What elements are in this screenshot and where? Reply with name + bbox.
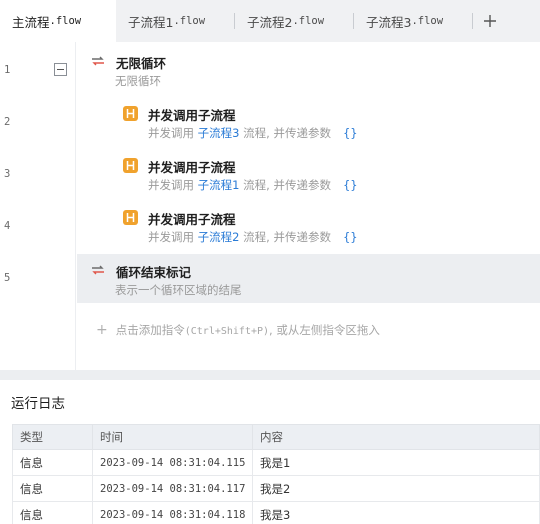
line-number: 3 bbox=[4, 168, 11, 180]
panel-splitter[interactable] bbox=[0, 370, 540, 380]
desc-text: 流程, 并传递参数 bbox=[243, 178, 331, 192]
loop-end-icon bbox=[92, 265, 104, 275]
step-title: 并发调用子流程 bbox=[148, 160, 236, 175]
step-row-subflow[interactable]: 并发调用子流程 并发调用 子流程2 流程, 并传递参数 {} bbox=[77, 204, 540, 254]
column-header: 类型 bbox=[12, 424, 93, 450]
hint-text: , 或从左侧指令区拖入 bbox=[269, 323, 380, 337]
step-row-subflow[interactable]: 并发调用子流程 并发调用 子流程3 流程, 并传递参数 {} bbox=[77, 100, 540, 150]
line-number: 4 bbox=[4, 220, 11, 232]
line-number: 1 bbox=[4, 64, 11, 76]
tab-ext: .flow bbox=[292, 15, 325, 27]
step-description: 并发调用 子流程2 流程, 并传递参数 {} bbox=[148, 229, 358, 245]
table-row: 信息 2023-09-14 08:31:04.118 我是3 bbox=[12, 501, 540, 524]
tab-label: 子流程1 bbox=[128, 14, 174, 30]
log-time: 2023-09-14 08:31:04.115 bbox=[92, 449, 253, 476]
tab-subflow-1[interactable]: 子流程1 .flow bbox=[116, 0, 234, 42]
log-type: 信息 bbox=[12, 475, 93, 502]
line-number: 2 bbox=[4, 116, 11, 128]
tab-subflow-2[interactable]: 子流程2 .flow bbox=[235, 0, 353, 42]
tab-ext: .flow bbox=[173, 15, 206, 27]
line-gutter: 1 2 3 4 5 bbox=[0, 42, 76, 370]
step-title: 循环结束标记 bbox=[116, 265, 192, 280]
log-table: 类型 时间 内容 信息 2023-09-14 08:31:04.115 我是1 … bbox=[12, 424, 540, 524]
collapse-toggle[interactable] bbox=[54, 63, 67, 76]
tab-label: 主流程 bbox=[12, 14, 50, 30]
subflow-icon bbox=[123, 106, 138, 121]
step-title: 并发调用子流程 bbox=[148, 212, 236, 227]
step-description: 表示一个循环区域的结尾 bbox=[115, 283, 242, 297]
subflow-icon bbox=[123, 158, 138, 173]
line-number: 5 bbox=[4, 272, 11, 284]
desc-text: 并发调用 bbox=[148, 126, 194, 140]
log-content: 我是1 bbox=[252, 449, 540, 476]
step-description: 并发调用 子流程3 流程, 并传递参数 {} bbox=[148, 125, 358, 141]
step-title: 并发调用子流程 bbox=[148, 108, 236, 123]
desc-text: 并发调用 bbox=[148, 178, 194, 192]
subflow-icon bbox=[123, 210, 138, 225]
tab-bar: 主流程 .flow 子流程1 .flow 子流程2 .flow 子流程3 .flow bbox=[0, 0, 540, 42]
subflow-link[interactable]: 子流程3 bbox=[198, 126, 240, 140]
plus-icon: + bbox=[96, 322, 108, 338]
subflow-link[interactable]: 子流程2 bbox=[198, 230, 240, 244]
tab-main-flow[interactable]: 主流程 .flow bbox=[0, 0, 116, 42]
log-content: 我是3 bbox=[252, 501, 540, 524]
table-row: 信息 2023-09-14 08:31:04.115 我是1 bbox=[12, 449, 540, 476]
flow-editor: 1 2 3 4 5 无限循环 无限循环 并发调用子流程 并发调用 子流程3 流程… bbox=[0, 42, 540, 370]
desc-text: 并发调用 bbox=[148, 230, 194, 244]
tab-label: 子流程3 bbox=[366, 14, 412, 30]
log-time: 2023-09-14 08:31:04.117 bbox=[92, 475, 253, 502]
add-tab-button[interactable] bbox=[473, 0, 507, 42]
table-header-row: 类型 时间 内容 bbox=[12, 424, 540, 450]
add-instruction-hint[interactable]: + 点击添加指令(Ctrl+Shift+P), 或从左侧指令区拖入 bbox=[96, 322, 380, 338]
log-title: 运行日志 bbox=[11, 396, 65, 412]
tab-ext: .flow bbox=[49, 15, 82, 27]
step-row-loop-end[interactable]: 循环结束标记 表示一个循环区域的结尾 bbox=[77, 254, 540, 303]
step-description: 并发调用 子流程1 流程, 并传递参数 {} bbox=[148, 177, 358, 193]
step-row-loop[interactable]: 无限循环 无限循环 bbox=[77, 48, 540, 98]
step-row-subflow[interactable]: 并发调用子流程 并发调用 子流程1 流程, 并传递参数 {} bbox=[77, 152, 540, 202]
loop-icon bbox=[92, 56, 104, 66]
params-link[interactable]: {} bbox=[343, 230, 358, 244]
tab-label: 子流程2 bbox=[247, 14, 293, 30]
tab-ext: .flow bbox=[411, 15, 444, 27]
log-content: 我是2 bbox=[252, 475, 540, 502]
log-type: 信息 bbox=[12, 501, 93, 524]
desc-text: 流程, 并传递参数 bbox=[243, 126, 331, 140]
step-description: 无限循环 bbox=[115, 74, 161, 88]
tab-subflow-3[interactable]: 子流程3 .flow bbox=[354, 0, 472, 42]
step-title: 无限循环 bbox=[116, 56, 167, 71]
subflow-link[interactable]: 子流程1 bbox=[198, 178, 240, 192]
table-row: 信息 2023-09-14 08:31:04.117 我是2 bbox=[12, 475, 540, 502]
column-header: 内容 bbox=[252, 424, 540, 450]
plus-icon bbox=[484, 15, 496, 27]
log-type: 信息 bbox=[12, 449, 93, 476]
desc-text: 流程, 并传递参数 bbox=[243, 230, 331, 244]
log-time: 2023-09-14 08:31:04.118 bbox=[92, 501, 253, 524]
params-link[interactable]: {} bbox=[343, 126, 358, 140]
params-link[interactable]: {} bbox=[343, 178, 358, 192]
column-header: 时间 bbox=[92, 424, 253, 450]
hint-text: 点击添加指令 bbox=[115, 323, 185, 337]
hint-shortcut: (Ctrl+Shift+P) bbox=[184, 326, 270, 337]
